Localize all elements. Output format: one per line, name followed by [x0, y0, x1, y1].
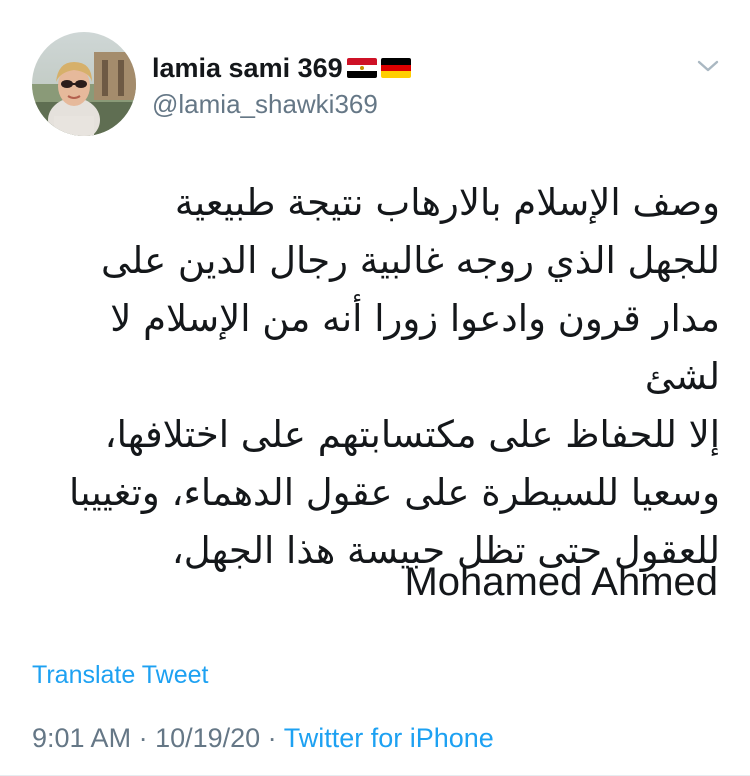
germany-flag-icon — [380, 58, 411, 78]
tweet-time[interactable]: 9:01 AM — [32, 723, 131, 753]
tweet-card: lamia sami 369 @lamia_shawki369 وصف الإس… — [0, 0, 750, 776]
user-handle[interactable]: @lamia_shawki369 — [152, 88, 378, 120]
egypt-flag-icon — [346, 58, 377, 78]
tweet-date[interactable]: 10/19/20 — [155, 723, 260, 753]
chevron-down-icon — [697, 60, 719, 72]
meta-separator: · — [131, 723, 156, 753]
tweet-text: وصف الإسلام بالارهاب نتيجة طبيعية للجهل … — [68, 181, 720, 572]
tweet-menu-button[interactable] — [692, 50, 724, 82]
tweet-meta: 9:01 AM · 10/19/20 · Twitter for iPhone — [32, 722, 494, 754]
meta-separator: · — [260, 723, 284, 753]
tweet-signature: Mohamed Ahmed — [404, 560, 718, 604]
profile-photo — [32, 32, 136, 136]
display-name[interactable]: lamia sami 369 — [152, 52, 343, 84]
tweet-source-link[interactable]: Twitter for iPhone — [284, 723, 494, 753]
display-name-row[interactable]: lamia sami 369 — [152, 52, 411, 84]
translate-tweet-link[interactable]: Translate Tweet — [32, 660, 208, 690]
avatar[interactable] — [32, 32, 136, 136]
